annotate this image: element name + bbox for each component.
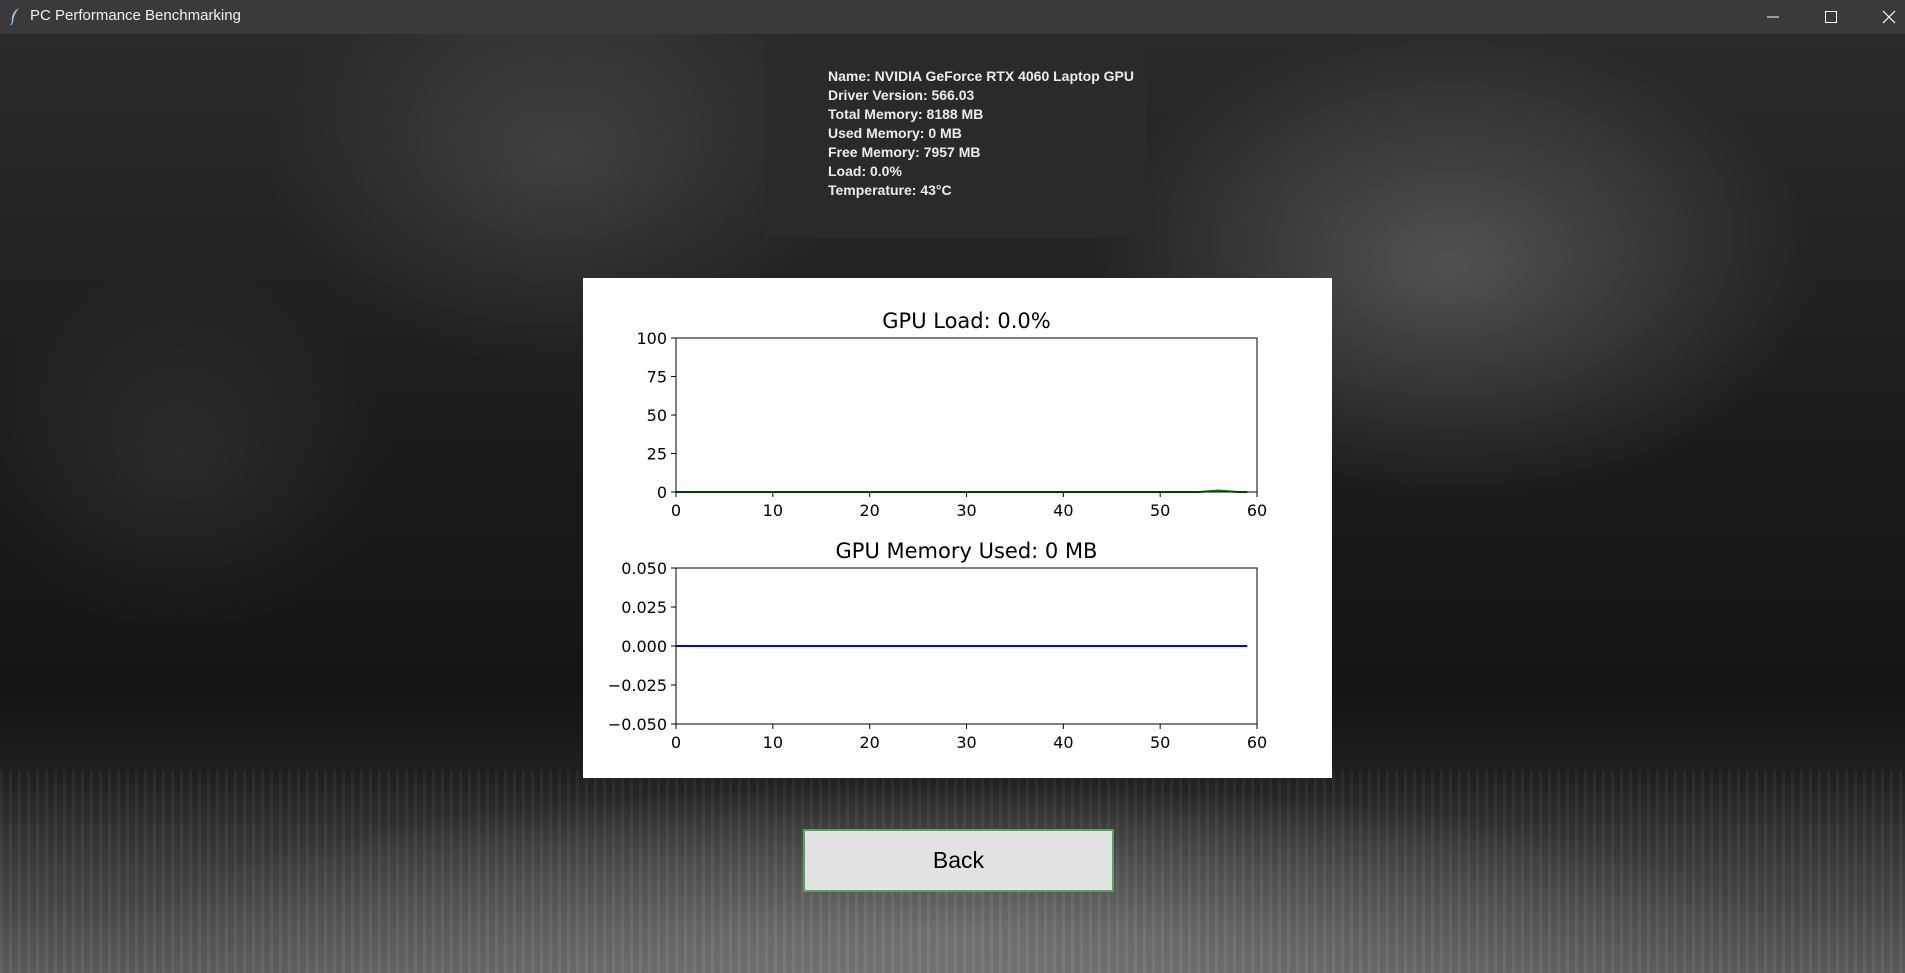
gpu-info-text: Name: NVIDIA GeForce RTX 4060 Laptop GPU… [828,67,1134,200]
free-memory: Free Memory: 7957 MB [828,144,981,160]
memory-chart-y-tick-label: 0.025 [621,598,667,617]
memory-chart-x-tick-label: 10 [763,733,783,752]
gpu-info-panel: Name: NVIDIA GeForce RTX 4060 Laptop GPU… [765,47,1147,239]
memory-chart-y-tick-label: −0.050 [608,715,667,734]
memory-chart-y-tick-label: 0.050 [621,559,667,578]
load-chart-y-tick-label: 75 [647,368,667,387]
load-chart-x-tick-label: 0 [671,501,681,520]
load-chart-y-tick-label: 50 [647,406,667,425]
memory-chart-y-tick-label: 0.000 [621,637,667,656]
gpu-load: Load: 0.0% [828,163,902,179]
gpu-name: Name: NVIDIA GeForce RTX 4060 Laptop GPU [828,68,1134,84]
minimize-button[interactable] [1744,0,1802,34]
used-memory: Used Memory: 0 MB [828,125,962,141]
load-chart-x-tick-label: 20 [859,501,879,520]
load-chart-x-tick-label: 10 [763,501,783,520]
memory-chart-x-tick-label: 30 [956,733,976,752]
memory-chart-x-tick-label: 50 [1150,733,1170,752]
load-chart-title: GPU Load: 0.0% [882,309,1050,333]
memory-chart-title: GPU Memory Used: 0 MB [836,539,1098,563]
feather-icon [9,7,21,26]
load-chart-x-tick-label: 60 [1247,501,1267,520]
maximize-icon [1825,11,1837,23]
close-button[interactable] [1860,0,1905,34]
load-chart-x-tick-label: 40 [1053,501,1073,520]
load-chart-y-tick-label: 25 [647,445,667,464]
back-button[interactable]: Back [803,829,1114,892]
charts-figure: GPU Load: 0.0%0 10 20 30 40 50 600255075100GPU… [608,309,1267,752]
load-chart-y-tick-label: 100 [636,329,667,348]
load-chart-x-tick-label: 30 [956,501,976,520]
load-chart-x-tick-label: 50 [1150,501,1170,520]
load-chart-axes-frame [675,337,1258,493]
memory-chart-x-tick-label: 0 [671,733,681,752]
gpu-temperature: Temperature: 43°C [828,182,952,198]
close-icon [1882,10,1896,24]
maximize-button[interactable] [1802,0,1860,34]
memory-chart-x-tick-label: 40 [1053,733,1073,752]
memory-chart-y-tick-label: −0.025 [608,676,667,695]
chart-panel: GPU Load: 0.0% 0 10 20 30 40 50 60 0 25 50 75 100 GPU… [583,278,1332,778]
memory-chart-x-tick-label: 60 [1247,733,1267,752]
load-chart-y-tick-label: 0 [657,483,667,502]
total-memory: Total Memory: 8188 MB [828,106,984,122]
minimize-icon [1767,16,1779,18]
title-bar: PC Performance Benchmarking [0,0,1905,34]
memory-chart-x-tick-label: 20 [859,733,879,752]
window-title: PC Performance Benchmarking [30,7,241,24]
driver-version: Driver Version: 566.03 [828,87,975,103]
